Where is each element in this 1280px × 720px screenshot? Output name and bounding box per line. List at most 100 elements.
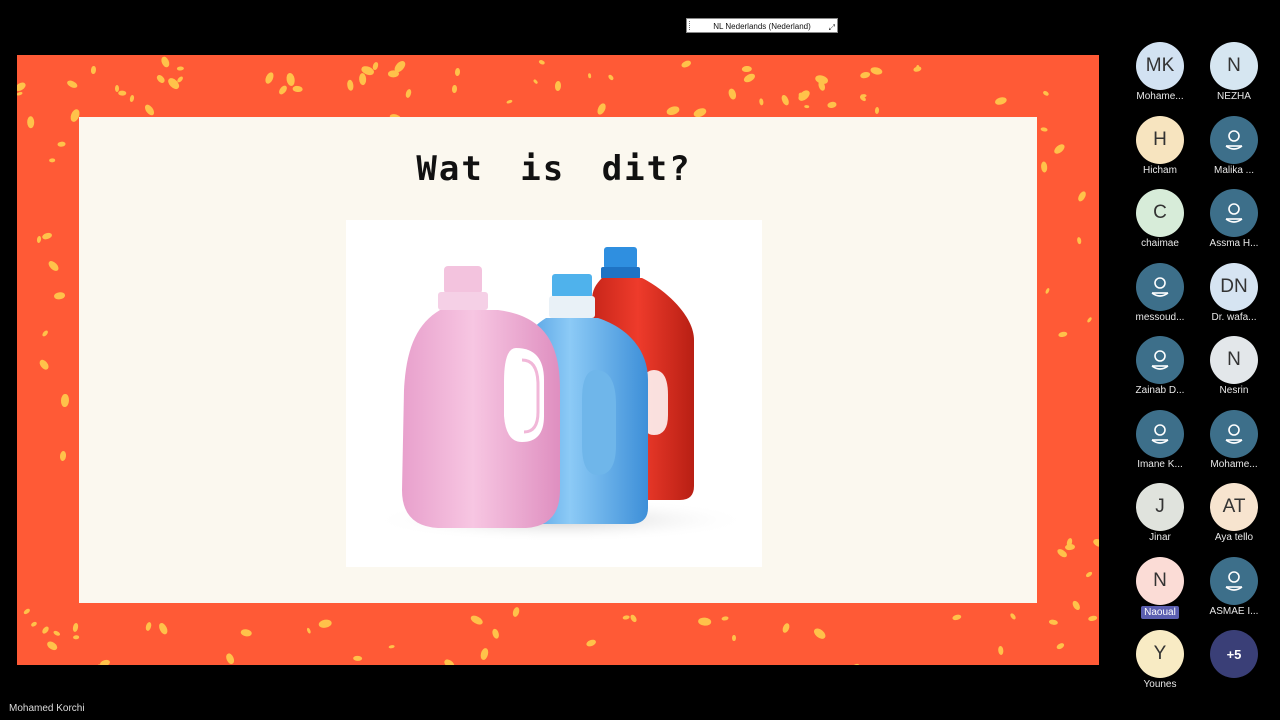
participant-tile[interactable]: Y Younes <box>1125 630 1195 696</box>
confetti-dot <box>45 639 59 652</box>
confetti-dot <box>993 96 1008 107</box>
confetti-dot <box>305 627 312 635</box>
detergent-bottles-image <box>346 220 762 567</box>
confetti-dot <box>59 451 67 462</box>
participant-name: Dr. wafa... <box>1211 311 1257 323</box>
confetti-dot <box>144 621 153 632</box>
person-icon <box>1210 556 1258 605</box>
confetti-dot <box>628 613 638 624</box>
participant-name: Mohame... <box>1210 458 1258 470</box>
confetti-dot <box>17 91 23 97</box>
confetti-dot <box>532 78 539 85</box>
confetti-dot <box>1087 614 1098 622</box>
confetti-dot <box>317 618 333 629</box>
confetti-dot <box>584 638 597 648</box>
confetti-dot <box>780 94 791 107</box>
confetti-dot <box>143 103 157 117</box>
confetti-dot <box>732 635 736 642</box>
confetti-dot <box>72 622 80 633</box>
confetti-dot <box>264 71 276 85</box>
confetti-dot <box>1009 612 1018 621</box>
confetti-dot <box>53 629 61 637</box>
confetti-dot <box>665 104 681 117</box>
confetti-dot <box>387 70 400 78</box>
confetti-dot <box>41 625 50 635</box>
participant-tile[interactable]: Assma H... <box>1199 189 1269 255</box>
participant-avatar: J <box>1136 483 1184 531</box>
confetti-dot <box>60 394 69 408</box>
confetti-dot <box>346 79 355 92</box>
confetti-dot <box>1085 570 1094 579</box>
participant-name: Younes <box>1143 679 1177 690</box>
confetti-dot <box>90 65 96 74</box>
participant-tile[interactable]: N Naoual <box>1125 556 1195 623</box>
participant-tile[interactable]: Cchaimae <box>1125 189 1195 255</box>
confetti-dot <box>1076 189 1088 203</box>
confetti-dot <box>175 66 184 71</box>
confetti-dot <box>405 88 413 99</box>
confetti-dot <box>727 87 738 101</box>
confetti-dot <box>812 626 828 641</box>
confetti-dot <box>240 628 253 637</box>
participant-avatar: DN <box>1210 262 1258 311</box>
confetti-dot <box>511 606 521 619</box>
person-icon <box>1136 409 1184 458</box>
participant-tile[interactable]: AT Aya tello <box>1199 483 1269 549</box>
confetti-dot <box>117 90 126 96</box>
participant-tile[interactable]: DN Dr. wafa... <box>1199 262 1269 329</box>
confetti-dot <box>388 644 396 649</box>
participant-avatar: N <box>1136 556 1184 605</box>
confetti-dot <box>46 259 60 273</box>
confetti-dot <box>1091 536 1099 548</box>
participant-name: ASMAE I... <box>1209 605 1259 617</box>
participant-tile[interactable]: N NEZHA <box>1199 42 1269 108</box>
participant-name: NEZHA <box>1217 91 1251 102</box>
participant-tile[interactable]: messoud... <box>1125 262 1195 329</box>
person-icon <box>1210 115 1258 164</box>
confetti-dot <box>491 628 500 640</box>
confetti-dot <box>741 65 753 73</box>
participant-tile[interactable]: ASMAE I... <box>1199 556 1269 623</box>
participant-avatar: N <box>1210 336 1258 384</box>
participant-tile[interactable]: Malika ... <box>1199 115 1269 182</box>
participant-tile[interactable]: Imane K... <box>1125 409 1195 476</box>
confetti-dot <box>698 617 712 627</box>
more-participants-button[interactable]: +5 <box>1199 630 1269 696</box>
confetti-dot <box>587 73 592 79</box>
expand-icon[interactable]: ⤢ <box>829 20 835 35</box>
language-bar[interactable]: NL Nederlands (Nederland) ⤢ <box>686 18 838 33</box>
confetti-dot <box>537 59 545 65</box>
confetti-dot <box>913 66 923 73</box>
participant-name: Nesrin <box>1219 385 1249 396</box>
confetti-dot <box>286 72 296 87</box>
confetti-dot <box>874 106 880 115</box>
participant-name: Jinar <box>1149 532 1171 543</box>
confetti-dot <box>1041 89 1050 96</box>
confetti-dot <box>742 72 757 85</box>
language-label: NL Nederlands (Nederland) <box>713 22 811 31</box>
participant-name: Mohame... <box>1136 91 1184 102</box>
drag-handle-icon[interactable] <box>689 21 693 30</box>
confetti-dot <box>155 73 166 84</box>
participant-tile[interactable]: N Nesrin <box>1199 336 1269 402</box>
confetti-dot <box>353 656 363 662</box>
confetti-dot <box>1076 236 1082 244</box>
participant-tile[interactable]: Zainab D... <box>1125 336 1195 402</box>
participant-name: chaimae <box>1141 238 1179 249</box>
participant-tile[interactable]: Mohame... <box>1199 409 1269 476</box>
confetti-dot <box>36 236 42 244</box>
participant-name: Hicham <box>1143 164 1177 176</box>
participant-name: Aya tello <box>1214 532 1254 543</box>
confetti-dot <box>17 80 27 93</box>
participant-tile[interactable]: J Jinar <box>1125 483 1195 549</box>
confetti-dot <box>175 75 185 84</box>
participant-name: Imane K... <box>1137 458 1183 470</box>
confetti-dot <box>159 55 171 69</box>
confetti-dot <box>56 141 66 148</box>
participant-tile[interactable]: H Hicham <box>1125 115 1195 182</box>
participant-tile[interactable]: MK Mohame... <box>1125 42 1195 108</box>
confetti-dot <box>1070 599 1082 612</box>
participant-avatar: MK <box>1136 42 1184 90</box>
confetti-dot <box>680 58 693 69</box>
confetti-dot <box>826 101 838 109</box>
